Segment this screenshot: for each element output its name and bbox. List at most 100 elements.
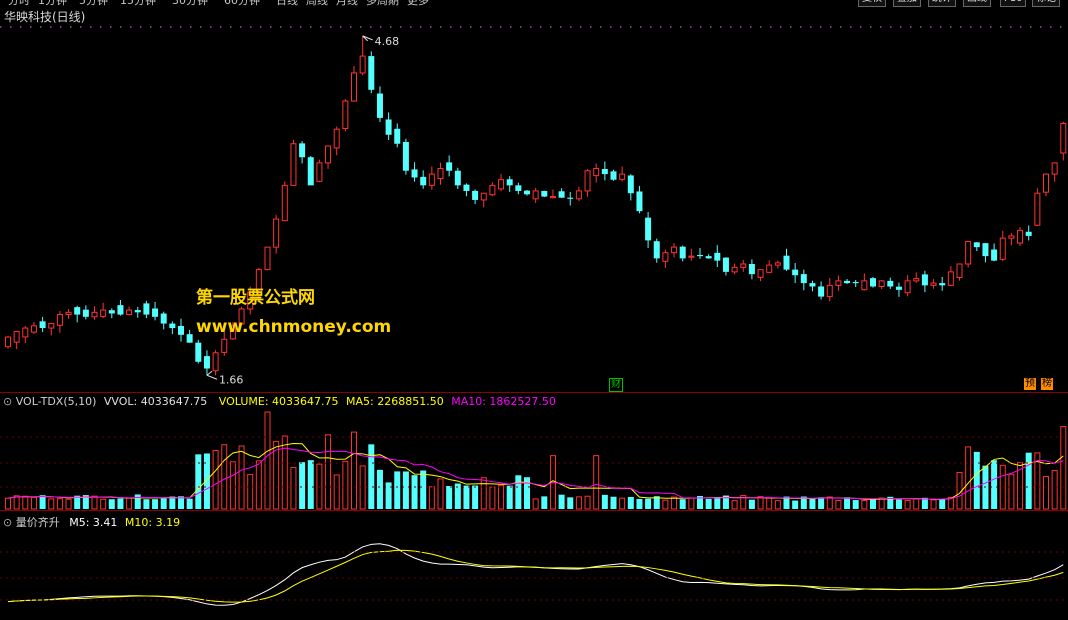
volume-bar (212, 449, 219, 510)
volume-bar (290, 466, 297, 510)
ma5-value: MA5: 2268851.50 (346, 395, 444, 408)
candle-body (818, 286, 825, 297)
volume-bar (428, 486, 435, 510)
volume-bar (437, 478, 444, 510)
volume-bar (895, 499, 902, 509)
candle-body (697, 255, 703, 257)
m5-value: M5: 3.41 (69, 516, 118, 529)
candle-body (48, 323, 55, 329)
volume-bar (991, 460, 998, 509)
candle-body (601, 169, 608, 175)
volume-bar (636, 498, 643, 509)
candle-body (178, 325, 184, 335)
candle-body (5, 336, 11, 348)
candle-body (82, 309, 89, 317)
candle-body (757, 269, 764, 278)
settings-icon[interactable]: ⊙ (3, 516, 12, 529)
volume-bar (705, 498, 712, 509)
candle-body (126, 309, 133, 316)
candle-body (645, 217, 652, 241)
candle-body (100, 309, 107, 317)
volume-bar (973, 451, 980, 509)
candle-body (991, 249, 998, 261)
high-price-label: 4.68 (375, 35, 400, 48)
volume-bar (861, 500, 868, 510)
candle-body (982, 243, 989, 257)
candle-body (342, 100, 349, 130)
volume-bar (792, 500, 799, 509)
candle-body (584, 170, 591, 192)
candle-body (22, 327, 29, 338)
volume-bar (688, 497, 695, 510)
candle-body (394, 128, 401, 144)
volume-bar (264, 411, 271, 510)
candle-body (39, 321, 46, 329)
watermark-url: www.chnmoney.com (196, 317, 392, 337)
candle-body (420, 176, 427, 186)
indicator-name[interactable]: 量价齐升 (16, 516, 60, 529)
candle-body (939, 283, 946, 286)
candle-body (549, 196, 556, 199)
volume-bar (809, 498, 816, 509)
candle-body (705, 256, 712, 259)
ranking-tag[interactable]: 榜 (1041, 378, 1053, 390)
candle-body (402, 142, 409, 171)
candle-body (385, 119, 392, 135)
volume-bar (48, 498, 55, 510)
candle-body (359, 55, 366, 74)
volume-bar (679, 499, 686, 509)
m10-value: M10: 3.19 (124, 516, 181, 529)
volume-bar (878, 497, 885, 510)
volume-bar (558, 494, 565, 509)
volume-bar (489, 486, 496, 510)
volume-bar (818, 497, 825, 509)
volume-bar (870, 498, 876, 509)
candle-body (662, 252, 669, 262)
candle-body (498, 179, 505, 190)
candle-body (1043, 173, 1049, 193)
candle-body (619, 173, 626, 180)
volume-indicator-name[interactable]: VOL-TDX(5,10) (16, 395, 97, 408)
volume-bar (601, 494, 608, 509)
candle-body (671, 246, 678, 254)
volume-bar (126, 497, 133, 510)
candle-body (1060, 123, 1067, 154)
volume-bar (229, 461, 236, 510)
candle-body (186, 334, 193, 343)
candle-body (852, 281, 859, 284)
panel-divider (0, 392, 1068, 393)
candle-body (472, 190, 479, 200)
candle-body (134, 310, 141, 313)
candle-body (290, 143, 297, 186)
candle-body (878, 280, 885, 287)
volume-bar (965, 446, 972, 510)
volume-bar (463, 485, 470, 509)
volume-bar (56, 498, 63, 510)
volume-bar (100, 498, 107, 510)
settings-icon[interactable]: ⊙ (3, 395, 12, 408)
indicator-panel-header: ⊙ 量价齐升 M5: 3.41 M10: 3.19 (3, 514, 180, 530)
volume-bar (1008, 473, 1015, 510)
candle-body (792, 269, 799, 276)
forecast-tag[interactable]: 预 (1024, 378, 1036, 390)
volume-bar (913, 498, 920, 510)
candle-body (714, 252, 721, 261)
volume-bar (506, 485, 513, 509)
volume-bar (1043, 476, 1049, 510)
volume-bar (325, 434, 332, 510)
volume-bar (143, 499, 150, 509)
candle-body (143, 303, 150, 315)
report-tag[interactable]: 财 (609, 378, 623, 392)
volume-bar (1051, 470, 1058, 510)
volume-bar (774, 500, 781, 510)
candle-body (921, 274, 928, 286)
candle-body (887, 280, 894, 287)
candle-body (679, 246, 686, 259)
candle-body (264, 246, 271, 271)
candle-body (956, 263, 963, 278)
volume-bar (394, 471, 401, 509)
volume-bar (627, 496, 634, 509)
volume-bar (221, 444, 228, 510)
volume-bar (844, 497, 851, 509)
volume-bar (385, 482, 392, 509)
